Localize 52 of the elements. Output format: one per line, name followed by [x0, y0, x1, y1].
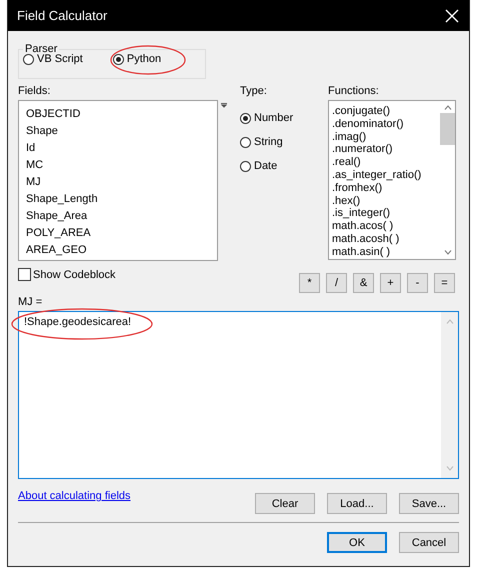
operator-button[interactable]: =: [434, 273, 455, 293]
scroll-down-icon: [446, 466, 454, 471]
field-item[interactable]: Shape_Length: [26, 191, 217, 208]
field-item[interactable]: AREA_GEO: [26, 242, 217, 259]
field-item[interactable]: Id: [26, 140, 217, 157]
operator-button[interactable]: &: [353, 273, 374, 293]
radio-button[interactable]: VB Script: [23, 53, 83, 65]
dialog-button[interactable]: OK: [327, 532, 387, 553]
function-item[interactable]: .hex(): [332, 194, 440, 208]
function-item[interactable]: .is_integer(): [332, 207, 440, 220]
help-link[interactable]: About calculating fields: [18, 490, 131, 502]
operator-button[interactable]: -: [407, 273, 428, 293]
operator-button[interactable]: /: [326, 273, 347, 293]
function-item[interactable]: .numerator(): [332, 143, 440, 156]
field-item[interactable]: POLY_AREA: [26, 225, 217, 242]
functions-label: Functions:: [328, 85, 380, 97]
dialog-button[interactable]: Cancel: [399, 532, 459, 553]
action-button[interactable]: Clear: [255, 493, 315, 514]
fields-label: Fields:: [18, 85, 52, 97]
field-item[interactable]: Shape_Area: [26, 208, 217, 225]
radio-button[interactable]: Number: [240, 112, 328, 124]
field-item[interactable]: MC: [26, 157, 217, 174]
scroll-down-icon[interactable]: [444, 250, 452, 255]
expression-label: MJ =: [18, 296, 44, 308]
operator-button[interactable]: +: [380, 273, 401, 293]
type-label: Type:: [240, 85, 268, 97]
function-item[interactable]: .fromhex(): [332, 182, 440, 195]
dropdown-icon[interactable]: [221, 103, 227, 108]
field-item[interactable]: Shape: [26, 123, 217, 140]
field-item[interactable]: OBJECTID: [26, 106, 217, 123]
show-codeblock-checkbox[interactable]: Show Codeblock: [18, 268, 233, 281]
expression-text: !Shape.geodesicarea!: [24, 316, 132, 328]
function-item[interactable]: .as_integer_ratio(): [332, 168, 440, 182]
operator-button[interactable]: *: [299, 273, 320, 293]
action-button[interactable]: Save...: [399, 493, 459, 514]
group-label: Parser: [24, 43, 58, 55]
function-item[interactable]: .imag(): [332, 130, 440, 144]
function-item[interactable]: .real(): [332, 156, 440, 169]
close-icon[interactable]: [445, 8, 459, 22]
field-item[interactable]: MJ: [26, 174, 217, 191]
scroll-thumb[interactable]: [440, 113, 455, 145]
function-item[interactable]: math.acosh( ): [332, 232, 440, 246]
radio-button[interactable]: String: [240, 136, 328, 148]
scroll-up-icon: [446, 319, 454, 324]
function-item[interactable]: .conjugate(): [332, 105, 440, 118]
window-title: Field Calculator: [17, 8, 108, 23]
action-button[interactable]: Load...: [327, 493, 387, 514]
scroll-up-icon[interactable]: [444, 105, 452, 110]
function-item[interactable]: .denominator(): [332, 118, 440, 131]
radio-button[interactable]: Date: [240, 160, 328, 172]
function-item[interactable]: math.asin( ): [332, 246, 440, 259]
function-item[interactable]: math.acos( ): [332, 220, 440, 233]
